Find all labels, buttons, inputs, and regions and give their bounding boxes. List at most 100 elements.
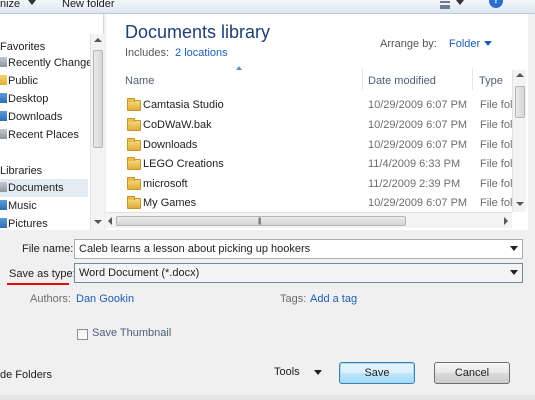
folder-icon: [0, 75, 7, 85]
scroll-up-icon[interactable]: [94, 38, 102, 42]
nav-item-public[interactable]: Public: [0, 72, 38, 90]
recent-places-icon: [0, 57, 7, 67]
nav-item-music[interactable]: Music: [0, 197, 37, 215]
save-as-type-value: Word Document (*.docx): [79, 267, 200, 279]
file-list-horizontal-scrollbar[interactable]: |||: [106, 212, 512, 228]
recent-places-icon: [0, 129, 7, 139]
tools-button[interactable]: Tools: [274, 366, 300, 378]
chevron-down-icon[interactable]: [510, 246, 518, 251]
column-header-name[interactable]: Name: [125, 75, 154, 87]
file-type: File fol: [480, 158, 513, 170]
scroll-up-icon[interactable]: [516, 73, 524, 77]
nav-item-label: Documents: [8, 182, 64, 194]
grip-icon: |||: [258, 218, 262, 225]
scrollbar-thumb[interactable]: [515, 86, 525, 118]
tags-label: Tags:: [280, 293, 307, 305]
save-as-type-dropdown[interactable]: Word Document (*.docx): [74, 263, 523, 283]
nav-item-label: Downloads: [8, 111, 63, 123]
file-date: 11/2/2009 2:39 PM: [368, 178, 461, 190]
documents-icon: [0, 182, 7, 192]
scrollbar-thumb[interactable]: [93, 50, 103, 148]
organize-button[interactable]: nize: [0, 0, 20, 10]
authors-field[interactable]: Dan Gookin: [76, 293, 134, 305]
nav-item-downloads[interactable]: Downloads: [0, 108, 62, 126]
file-date: 10/29/2009 6:07 PM: [368, 139, 468, 151]
file-name: My Games: [143, 197, 197, 209]
file-date: 10/29/2009 6:07 PM: [368, 197, 468, 209]
file-row[interactable]: Downloads 10/29/2009 6:07 PM File fol: [124, 136, 513, 156]
nav-item-desktop[interactable]: Desktop: [0, 90, 48, 108]
nav-item-label: Public: [8, 75, 38, 87]
locations-link[interactable]: 2 locations: [175, 47, 228, 59]
chevron-down-icon[interactable]: [314, 370, 322, 375]
nav-item-label: Recent Places: [8, 129, 79, 141]
save-thumbnail-label[interactable]: Save Thumbnail: [92, 327, 171, 339]
chevron-down-icon[interactable]: [510, 270, 518, 275]
organize-dropdown-icon[interactable]: [28, 0, 36, 5]
folder-icon: [127, 177, 141, 190]
file-name: LEGO Creations: [143, 158, 224, 170]
file-name: microsoft: [143, 178, 188, 190]
file-date: 10/29/2009 6:07 PM: [368, 119, 468, 131]
tags-field[interactable]: Add a tag: [310, 293, 357, 305]
desktop-icon: [0, 93, 7, 103]
libraries-heading[interactable]: Libraries: [0, 162, 42, 180]
scroll-left-icon[interactable]: [108, 217, 112, 225]
file-name-label: File name:: [22, 243, 74, 255]
folder-icon: [127, 98, 141, 111]
file-name-value: Caleb learns a lesson about picking up h…: [79, 243, 311, 255]
column-divider[interactable]: [362, 68, 363, 90]
file-type: File fol: [480, 139, 513, 151]
nav-item-label: Desktop: [8, 93, 49, 105]
nav-item-recent-places[interactable]: Recent Places: [0, 126, 79, 144]
file-row[interactable]: Camtasia Studio 10/29/2009 6:07 PM File …: [124, 96, 513, 116]
file-name: Downloads: [143, 139, 198, 151]
file-row[interactable]: CoDWaW.bak 10/29/2009 6:07 PM File fol: [124, 116, 513, 136]
file-row[interactable]: LEGO Creations 11/4/2009 6:33 PM File fo…: [124, 155, 513, 175]
authors-label: Authors:: [30, 293, 71, 305]
library-title: Documents library: [125, 22, 271, 42]
views-icon[interactable]: [440, 1, 450, 9]
nav-item-label: Recently Changed: [8, 57, 99, 69]
dialog-bottom-edge: [0, 395, 535, 400]
scroll-right-icon[interactable]: [504, 217, 508, 225]
nav-item-pictures[interactable]: Pictures: [0, 215, 48, 233]
file-name: CoDWaW.bak: [143, 119, 212, 131]
views-dropdown-icon[interactable]: [456, 0, 464, 5]
file-list-vertical-scrollbar[interactable]: [512, 70, 526, 212]
nav-item-documents[interactable]: Documents: [0, 179, 88, 197]
scrollbar-thumb[interactable]: |||: [116, 216, 406, 226]
file-name: Camtasia Studio: [143, 99, 224, 111]
cancel-button[interactable]: Cancel: [434, 362, 510, 384]
hide-folders-button[interactable]: de Folders: [0, 369, 52, 381]
file-row[interactable]: microsoft 11/2/2009 2:39 PM File fol: [124, 175, 512, 195]
scroll-down-icon[interactable]: [94, 220, 102, 224]
help-icon[interactable]: ?: [489, 0, 503, 8]
folder-icon: [127, 157, 141, 170]
annotation-underline: [7, 283, 69, 285]
nav-item-label: Music: [8, 200, 37, 212]
column-divider[interactable]: [472, 68, 473, 90]
command-bar: nize New folder ?: [0, 0, 535, 14]
file-type: File fol: [480, 99, 513, 111]
save-button[interactable]: Save: [339, 362, 415, 384]
file-row[interactable]: My Games 10/29/2009 6:07 PM File fol: [124, 194, 513, 214]
nav-scrollbar[interactable]: [90, 34, 104, 230]
column-header-type[interactable]: Type: [479, 75, 503, 87]
nav-item-recently-changed[interactable]: Recently Changed: [0, 54, 99, 72]
arrange-by-label: Arrange by:: [380, 38, 437, 50]
sort-ascending-icon: [236, 66, 242, 70]
save-as-type-label: Save as type:: [9, 268, 76, 280]
chevron-down-icon[interactable]: [484, 41, 492, 46]
file-name-field[interactable]: Caleb learns a lesson about picking up h…: [74, 239, 523, 259]
column-header-date-modified[interactable]: Date modified: [368, 75, 436, 87]
downloads-icon: [0, 111, 7, 121]
file-type: File fol: [480, 119, 513, 131]
folder-icon: [127, 118, 141, 131]
new-folder-button[interactable]: New folder: [62, 0, 115, 10]
arrange-by-dropdown[interactable]: Folder: [449, 38, 480, 50]
library-includes: Includes: 2 locations: [125, 47, 228, 59]
scroll-down-icon[interactable]: [516, 202, 524, 206]
save-thumbnail-checkbox[interactable]: [77, 329, 88, 340]
file-type: File fol: [480, 197, 513, 209]
